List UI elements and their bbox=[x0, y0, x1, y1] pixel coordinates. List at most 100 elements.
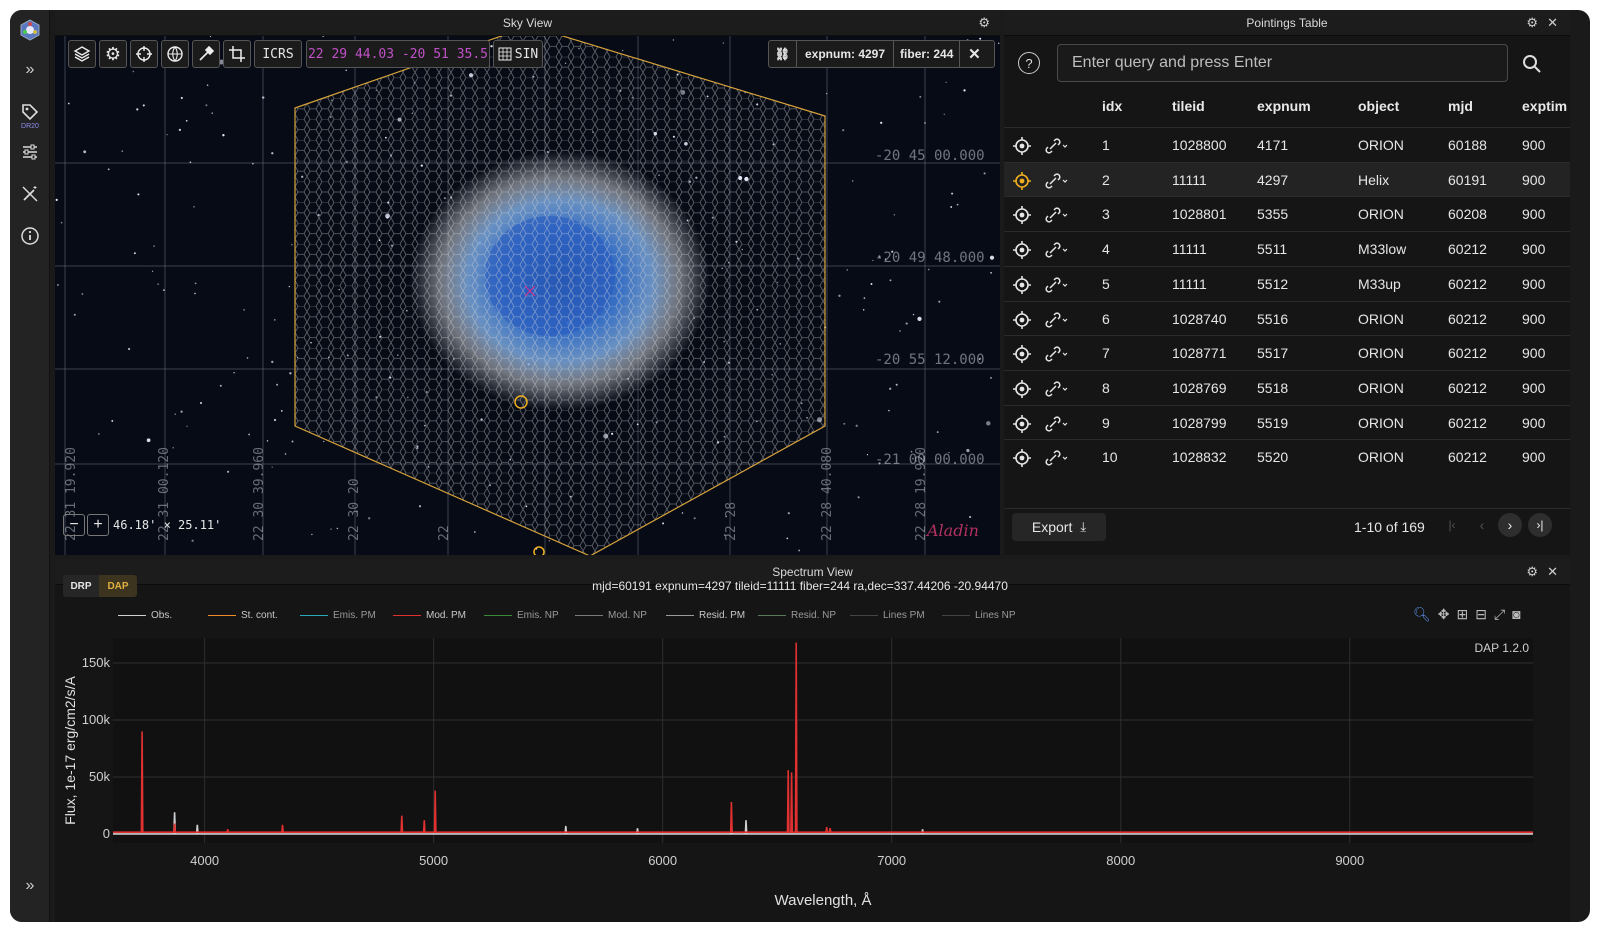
last-page-icon: ›| bbox=[1536, 518, 1544, 532]
link-menu-icon[interactable] bbox=[1044, 206, 1070, 227]
zoom-in-button[interactable]: + bbox=[87, 514, 109, 536]
column-header-mjd[interactable]: mjd bbox=[1448, 98, 1473, 114]
table-row[interactable]: 9 1028799 5519 ORION 60212 900 bbox=[1004, 404, 1570, 440]
table-row[interactable]: 2 11111 4297 Helix 60191 900 bbox=[1004, 161, 1570, 197]
legend-item[interactable]: Emis. NP bbox=[484, 610, 559, 621]
projection-select[interactable]: SIN bbox=[493, 40, 543, 68]
link-menu-icon[interactable] bbox=[1044, 172, 1070, 193]
zoom-icon[interactable]: 🔍︎ bbox=[1413, 606, 1431, 623]
goto-target-icon[interactable] bbox=[1013, 275, 1031, 297]
goto-target-icon[interactable] bbox=[1013, 379, 1031, 401]
goto-target-icon[interactable] bbox=[1013, 241, 1031, 262]
table-row[interactable]: 10 1028832 5520 ORION 60212 900 bbox=[1004, 439, 1570, 474]
last-page-button[interactable]: ›| bbox=[1528, 513, 1552, 537]
next-page-button[interactable]: › bbox=[1498, 513, 1522, 537]
table-row[interactable]: 6 1028740 5516 ORION 60212 900 bbox=[1004, 300, 1570, 336]
link-menu-icon[interactable] bbox=[1044, 415, 1070, 436]
legend-item[interactable]: St. cont. bbox=[208, 610, 278, 621]
layers-button[interactable] bbox=[68, 40, 96, 68]
crop-button[interactable] bbox=[223, 40, 251, 68]
cell-idx: 8 bbox=[1102, 379, 1110, 396]
cell-tileid: 1028799 bbox=[1172, 414, 1227, 431]
table-row[interactable]: 4 11111 5511 M33low 60212 900 bbox=[1004, 231, 1570, 266]
zoom-out-icon[interactable]: ⊟ bbox=[1475, 606, 1487, 623]
search-button[interactable] bbox=[1520, 52, 1544, 76]
table-row[interactable]: 8 1028769 5518 ORION 60212 900 bbox=[1004, 369, 1570, 405]
tab-dap[interactable]: DAP bbox=[99, 575, 137, 597]
zoom-out-button[interactable]: − bbox=[63, 514, 85, 536]
legend-item[interactable]: Lines NP bbox=[942, 610, 1016, 621]
pick-button[interactable] bbox=[192, 40, 220, 68]
export-button[interactable]: Export ⤓ bbox=[1012, 513, 1106, 541]
sidebar-item-release[interactable]: DR20 bbox=[10, 94, 50, 138]
expand-bottom-button[interactable]: » bbox=[10, 868, 50, 904]
settings-button[interactable]: ⚙ bbox=[99, 40, 127, 68]
app-logo[interactable] bbox=[10, 12, 50, 48]
close-icon[interactable]: ✕ bbox=[1547, 565, 1558, 578]
panel-settings-icon[interactable]: ⚙ bbox=[978, 16, 990, 29]
dec-label: -21 00 00.000 bbox=[875, 452, 985, 468]
goto-target-icon[interactable] bbox=[1013, 449, 1031, 470]
goto-target-icon[interactable] bbox=[1013, 345, 1031, 366]
link-menu-icon[interactable] bbox=[1044, 449, 1070, 470]
link-menu-icon[interactable] bbox=[1044, 276, 1070, 297]
survey-button[interactable] bbox=[161, 40, 189, 68]
goto-target-icon[interactable] bbox=[1013, 137, 1031, 158]
goto-button[interactable] bbox=[130, 40, 158, 68]
link-menu-icon[interactable] bbox=[1044, 311, 1070, 332]
legend-item[interactable]: Mod. NP bbox=[575, 610, 647, 621]
link-menu-icon[interactable] bbox=[1044, 241, 1070, 262]
legend-item[interactable]: Obs. bbox=[118, 610, 172, 621]
legend-item[interactable]: Emis. PM bbox=[300, 610, 376, 621]
x-tick-label: 8000 bbox=[1106, 853, 1135, 868]
camera-icon[interactable]: ◙ bbox=[1512, 606, 1520, 623]
expand-sidebar-button[interactable]: » bbox=[10, 52, 50, 88]
close-icon[interactable]: ✕ bbox=[1547, 16, 1558, 29]
table-row[interactable]: 3 1028801 5355 ORION 60208 900 bbox=[1004, 196, 1570, 231]
cell-expnum: 5520 bbox=[1257, 449, 1289, 466]
legend-item[interactable]: Mod. PM bbox=[393, 610, 466, 621]
coordinates-input[interactable]: 22 29 44.03 -20 51 35.5 bbox=[306, 40, 490, 68]
sidebar-item-settings[interactable] bbox=[10, 134, 50, 170]
sidebar-item-info[interactable] bbox=[10, 218, 50, 254]
table-row[interactable]: 1 1028800 4171 ORION 60188 900 bbox=[1004, 127, 1570, 162]
spectrum-chart[interactable]: 4000 5000 6000 7000 8000 9000 0 50k 100k 150k Wave… bbox=[55, 625, 1565, 922]
prev-page-button[interactable]: ‹ bbox=[1470, 513, 1494, 537]
table-row[interactable]: 5 11111 5512 M33up 60212 900 bbox=[1004, 265, 1570, 301]
zoom-in-icon[interactable]: ⊞ bbox=[1457, 606, 1469, 623]
goto-target-icon[interactable] bbox=[1013, 171, 1031, 193]
sky-map[interactable]: -20 45 00.000 -20 49 48.000 -20 55 12.00… bbox=[55, 36, 1000, 555]
plot-area[interactable] bbox=[113, 638, 1533, 843]
close-icon[interactable]: ✕ bbox=[960, 45, 988, 63]
autoscale-icon[interactable]: ⤢ bbox=[1494, 606, 1505, 623]
x-tick-label: 5000 bbox=[419, 853, 448, 868]
column-header-expnum[interactable]: expnum bbox=[1257, 98, 1311, 114]
panel-settings-icon[interactable]: ⚙ bbox=[1526, 16, 1538, 29]
link-icon[interactable]: ⛓ bbox=[769, 41, 797, 67]
legend-item[interactable]: Lines PM bbox=[850, 610, 925, 621]
link-menu-icon[interactable] bbox=[1044, 345, 1070, 366]
goto-target-icon[interactable] bbox=[1013, 414, 1031, 436]
tab-drp[interactable]: DRP bbox=[63, 575, 99, 597]
sidebar-item-tools[interactable] bbox=[10, 176, 50, 212]
first-page-button[interactable]: |‹ bbox=[1440, 513, 1464, 537]
pan-icon[interactable]: ✥ bbox=[1438, 606, 1450, 623]
column-header-object[interactable]: object bbox=[1358, 98, 1399, 114]
legend-item[interactable]: Resid. NP bbox=[758, 610, 836, 621]
goto-target-icon[interactable] bbox=[1013, 310, 1031, 332]
link-menu-icon[interactable] bbox=[1044, 137, 1070, 158]
sky-image[interactable]: -20 45 00.000 -20 49 48.000 -20 55 12.00… bbox=[55, 36, 1000, 555]
query-input[interactable] bbox=[1057, 44, 1508, 82]
frame-select[interactable]: ICRS bbox=[254, 40, 302, 68]
help-icon[interactable]: ? bbox=[1018, 52, 1040, 74]
cell-mjd: 60208 bbox=[1448, 206, 1487, 223]
legend-item[interactable]: Resid. PM bbox=[666, 610, 745, 621]
link-menu-icon[interactable] bbox=[1044, 380, 1070, 401]
table-row[interactable]: 7 1028771 5517 ORION 60212 900 bbox=[1004, 335, 1570, 370]
goto-target-icon[interactable] bbox=[1013, 206, 1031, 227]
panel-settings-icon[interactable]: ⚙ bbox=[1526, 565, 1538, 578]
column-header-tileid[interactable]: tileid bbox=[1172, 98, 1205, 114]
column-header-idx[interactable]: idx bbox=[1102, 98, 1122, 114]
column-header-exptime[interactable]: exptim bbox=[1522, 98, 1570, 114]
cell-idx: 9 bbox=[1102, 414, 1110, 431]
